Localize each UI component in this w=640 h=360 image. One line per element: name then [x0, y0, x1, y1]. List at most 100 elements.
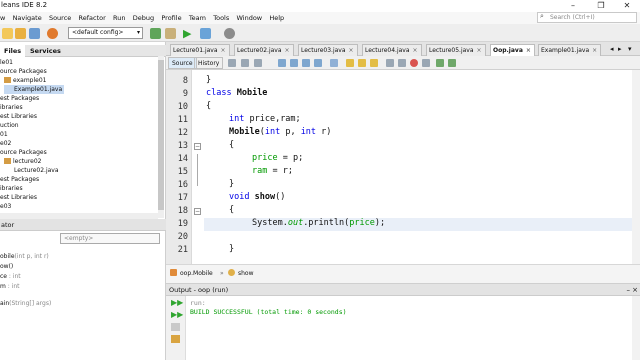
tab-services[interactable]: Services	[26, 45, 65, 57]
tab-example01[interactable]: Example01.java ×	[538, 44, 602, 56]
menu-source[interactable]: Source	[49, 12, 71, 24]
breadcrumb-method[interactable]: show	[228, 269, 254, 279]
menu-run[interactable]: Run	[113, 12, 125, 24]
find-previous-icon[interactable]	[290, 59, 298, 67]
tree-item[interactable]: le01	[0, 58, 13, 67]
shift-left-icon[interactable]	[386, 59, 394, 67]
tab-lecture01[interactable]: Lecture01.java ×	[170, 44, 230, 56]
tree-item[interactable]: est Libraries	[0, 112, 37, 121]
bookmark-next-icon[interactable]	[358, 59, 366, 67]
search-input[interactable]: ⌕ Search (Ctrl+I)	[537, 12, 637, 23]
rerun-with-params-icon[interactable]: ▶▶	[171, 311, 183, 319]
clean-build-icon[interactable]	[165, 28, 176, 39]
menu-view[interactable]: w	[0, 12, 5, 24]
fold-toggle-icon[interactable]: −	[194, 208, 201, 215]
close-icon[interactable]: ×	[221, 47, 226, 54]
tab-oop-active[interactable]: Oop.java ×	[490, 44, 535, 56]
tree-item[interactable]: e03	[0, 202, 11, 211]
bookmark-toggle-icon[interactable]	[370, 59, 378, 67]
menu-navigate[interactable]: Navigate	[13, 12, 42, 24]
close-icon[interactable]: ×	[526, 47, 531, 54]
debug-icon[interactable]	[200, 28, 211, 39]
run-icon[interactable]: ▶	[183, 28, 194, 39]
tree-item[interactable]: uction	[0, 121, 19, 130]
menu-window[interactable]: Window	[236, 12, 262, 24]
tree-item[interactable]: ibraries	[0, 103, 23, 112]
new-project-icon[interactable]	[15, 28, 26, 39]
profile-icon[interactable]	[224, 28, 235, 39]
close-icon[interactable]: ×	[477, 47, 482, 54]
tab-lecture05[interactable]: Lecture05.java ×	[426, 44, 486, 56]
tree-item[interactable]: 01	[0, 130, 8, 139]
tab-lecture02[interactable]: Lecture02.java ×	[234, 44, 294, 56]
tab-scroll-right-icon[interactable]: ▸	[618, 45, 622, 53]
output-minimize-icon[interactable]: –	[627, 286, 631, 294]
code-editor[interactable]: 8 9 10 11 12 13 14 15 16 17 18 19 20 21 …	[166, 70, 640, 264]
find-icon[interactable]	[278, 59, 286, 67]
save-all-icon[interactable]	[29, 28, 40, 39]
close-icon[interactable]: ×	[349, 47, 354, 54]
navigator-item[interactable]: m : int	[0, 282, 20, 291]
source-view-button[interactable]: Source	[168, 57, 197, 69]
forward-icon[interactable]	[254, 59, 262, 67]
close-icon[interactable]: ×	[285, 47, 290, 54]
close-icon[interactable]: ×	[413, 47, 418, 54]
config-select[interactable]: <default config> ▾	[68, 27, 143, 39]
menu-debug[interactable]: Debug	[133, 12, 154, 24]
find-selection-icon[interactable]	[314, 59, 322, 67]
restore-icon[interactable]: ❐	[588, 0, 614, 12]
tree-item[interactable]: e02	[0, 139, 11, 148]
tree-item-package[interactable]: example01	[4, 76, 46, 85]
navigator-item[interactable]: obile(int p, int r)	[0, 252, 49, 261]
menu-refactor[interactable]: Refactor	[79, 12, 106, 24]
minimize-icon[interactable]: –	[560, 0, 586, 12]
tree-item[interactable]: est Packages	[0, 175, 39, 184]
navigator-filter-select[interactable]: <empty>	[60, 233, 160, 244]
tab-lecture03[interactable]: Lecture03.java ×	[298, 44, 358, 56]
history-view-button[interactable]: History	[194, 57, 224, 69]
output-settings-icon[interactable]	[171, 335, 180, 343]
navigator-item[interactable]: ow()	[0, 262, 13, 271]
tab-lecture04[interactable]: Lecture04.java ×	[362, 44, 422, 56]
back-icon[interactable]	[241, 59, 249, 67]
tree-item-file[interactable]: Example01.java	[4, 85, 65, 94]
navigator-item[interactable]: ain(String[] args)	[0, 299, 51, 308]
shift-right-icon[interactable]	[398, 59, 406, 67]
projects-scrollbar[interactable]	[158, 56, 164, 218]
menu-profile[interactable]: Profile	[161, 12, 181, 24]
breadcrumb-class[interactable]: oop.Mobile	[170, 269, 213, 279]
fold-toggle-icon[interactable]: −	[194, 143, 201, 150]
last-edit-icon[interactable]	[228, 59, 236, 67]
tree-item-file[interactable]: Lecture02.java	[4, 166, 59, 175]
comment-icon[interactable]	[436, 59, 444, 67]
rerun-icon[interactable]: ▶▶	[171, 299, 183, 307]
navigator-item[interactable]: ce : int	[0, 272, 21, 281]
scrollbar-thumb[interactable]	[158, 60, 164, 210]
tab-files[interactable]: Files	[0, 45, 26, 57]
stop-macro-icon[interactable]	[422, 59, 430, 67]
uncomment-icon[interactable]	[448, 59, 456, 67]
output-close-icon[interactable]: ×	[632, 286, 638, 294]
output-scrollbar[interactable]	[632, 296, 640, 360]
editor-scrollbar[interactable]	[632, 70, 640, 264]
tab-list-icon[interactable]: ▾	[628, 45, 632, 53]
new-file-icon[interactable]	[2, 28, 13, 39]
tab-scroll-left-icon[interactable]: ◂	[610, 45, 614, 53]
tree-item-package[interactable]: lecture02	[4, 157, 41, 166]
highlight-icon[interactable]	[330, 59, 338, 67]
undo-icon[interactable]	[47, 28, 58, 39]
menu-tools[interactable]: Tools	[213, 12, 229, 24]
start-macro-icon[interactable]	[410, 59, 418, 67]
tree-item[interactable]: ource Packages	[0, 67, 47, 76]
find-next-icon[interactable]	[302, 59, 310, 67]
stop-icon[interactable]	[171, 323, 180, 331]
tree-item[interactable]: ibraries	[0, 184, 23, 193]
menu-team[interactable]: Team	[189, 12, 206, 24]
bookmark-prev-icon[interactable]	[346, 59, 354, 67]
hammer-icon[interactable]	[150, 28, 161, 39]
menu-help[interactable]: Help	[269, 12, 284, 24]
close-icon[interactable]: ×	[592, 47, 597, 54]
tree-item[interactable]: ource Packages	[0, 148, 47, 157]
close-icon[interactable]: ✕	[614, 0, 640, 12]
tree-item[interactable]: est Libraries	[0, 193, 37, 202]
